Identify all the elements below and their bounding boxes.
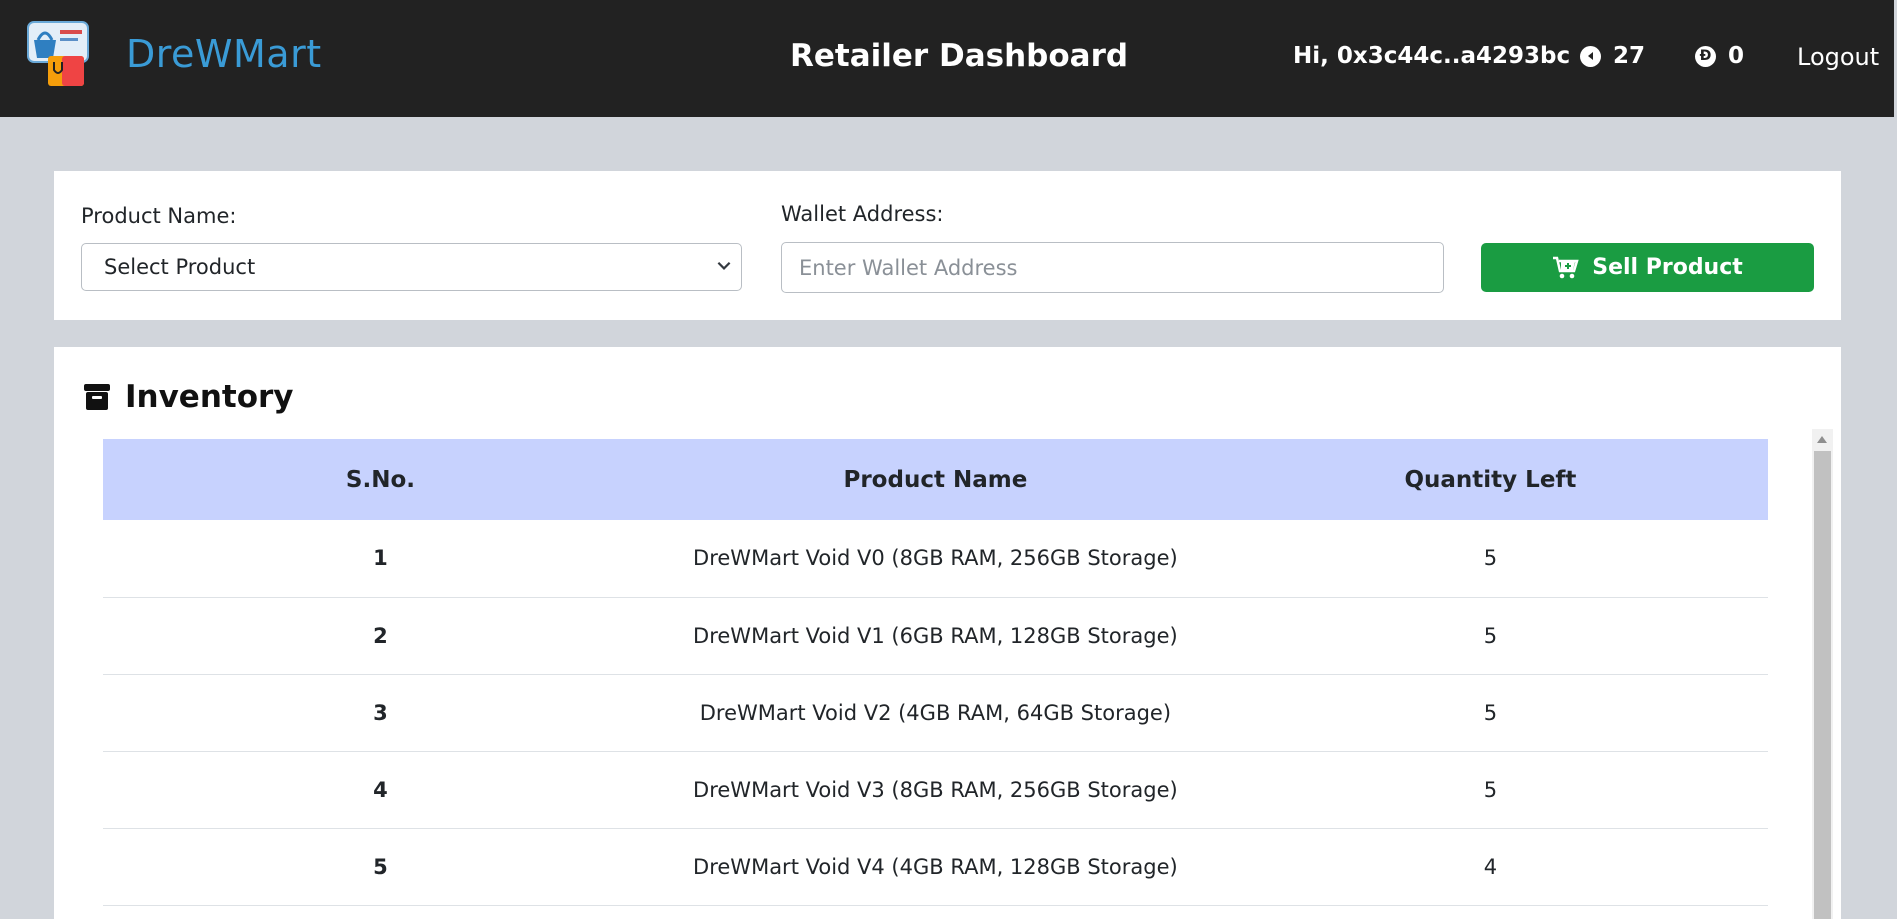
inventory-table: S.No. Product Name Quantity Left 1 DreWM… [103,439,1768,906]
cell-product-name: DreWMart Void V1 (6GB RAM, 128GB Storage… [693,623,1178,648]
brand-name: DreWMart [126,32,322,76]
sell-product-label: Sell Product [1592,255,1743,280]
page-title: Retailer Dashboard [790,38,1129,74]
drew-coin-icon: Đ [1695,45,1716,67]
column-header-sno: S.No. [345,466,415,493]
cell-product-name: DreWMart Void V0 (8GB RAM, 256GB Storage… [693,546,1178,571]
cell-sno: 2 [373,623,388,648]
table-row: 1 DreWMart Void V0 (8GB RAM, 256GB Stora… [103,520,1768,597]
table-header-row: S.No. Product Name Quantity Left [103,439,1768,520]
sell-product-button[interactable]: Sell Product [1481,243,1814,292]
top-navbar: DreWMart Retailer Dashboard Hi, 0x3c44c.… [0,0,1894,117]
token-balance: 27 [1580,43,1645,69]
archive-box-icon [84,384,110,410]
token-count: 27 [1613,43,1646,69]
sell-product-form: Product Name: Select Product Wallet Addr… [54,171,1841,320]
cell-sno: 4 [373,777,388,802]
inventory-scrollbar[interactable] [1812,429,1833,919]
cell-quantity: 5 [1483,777,1498,802]
product-select-value: Select Product [104,255,256,279]
cart-plus-icon [1553,256,1579,278]
token-play-icon [1580,45,1601,67]
table-row: 4 DreWMart Void V3 (8GB RAM, 256GB Stora… [103,751,1768,828]
table-row: 3 DreWMart Void V2 (4GB RAM, 64GB Storag… [103,674,1768,751]
cell-product-name: DreWMart Void V4 (4GB RAM, 128GB Storage… [693,854,1178,879]
cell-quantity: 5 [1483,546,1498,571]
logout-link[interactable]: Logout [1797,43,1879,71]
product-select[interactable]: Select Product [81,243,742,291]
product-name-label: Product Name: [81,204,237,228]
scrollbar-thumb[interactable] [1814,451,1831,919]
wallet-address-label: Wallet Address: [781,202,944,226]
cell-quantity: 5 [1483,623,1498,648]
cell-sno: 1 [373,546,388,571]
cell-sno: 3 [373,700,388,725]
drew-balance: Đ 0 [1695,43,1744,69]
chevron-down-icon [717,261,731,270]
wallet-address-input[interactable] [781,242,1444,293]
column-header-quantity-left: Quantity Left [1404,466,1577,493]
cell-quantity: 4 [1483,854,1498,879]
scroll-up-arrow-icon[interactable] [1817,436,1827,443]
drew-count: 0 [1728,43,1745,69]
user-greeting: Hi, 0x3c44c..a4293bc [1293,43,1571,69]
cell-sno: 5 [373,854,388,879]
brand-logo[interactable]: DreWMart [26,18,321,88]
inventory-card: Inventory S.No. Product Name Quantity Le… [54,347,1841,919]
cell-product-name: DreWMart Void V2 (4GB RAM, 64GB Storage) [699,700,1172,725]
cell-product-name: DreWMart Void V3 (8GB RAM, 256GB Storage… [693,777,1178,802]
inventory-title: Inventory [125,379,294,415]
table-row: 5 DreWMart Void V4 (4GB RAM, 128GB Stora… [103,828,1768,905]
column-header-product-name: Product Name [843,466,1028,493]
inventory-table-container: S.No. Product Name Quantity Left 1 DreWM… [103,439,1768,906]
inventory-heading: Inventory [83,379,294,415]
table-row: 2 DreWMart Void V1 (6GB RAM, 128GB Stora… [103,597,1768,674]
shopping-basket-bag-logo-icon [27,21,89,86]
cell-quantity: 5 [1483,700,1498,725]
